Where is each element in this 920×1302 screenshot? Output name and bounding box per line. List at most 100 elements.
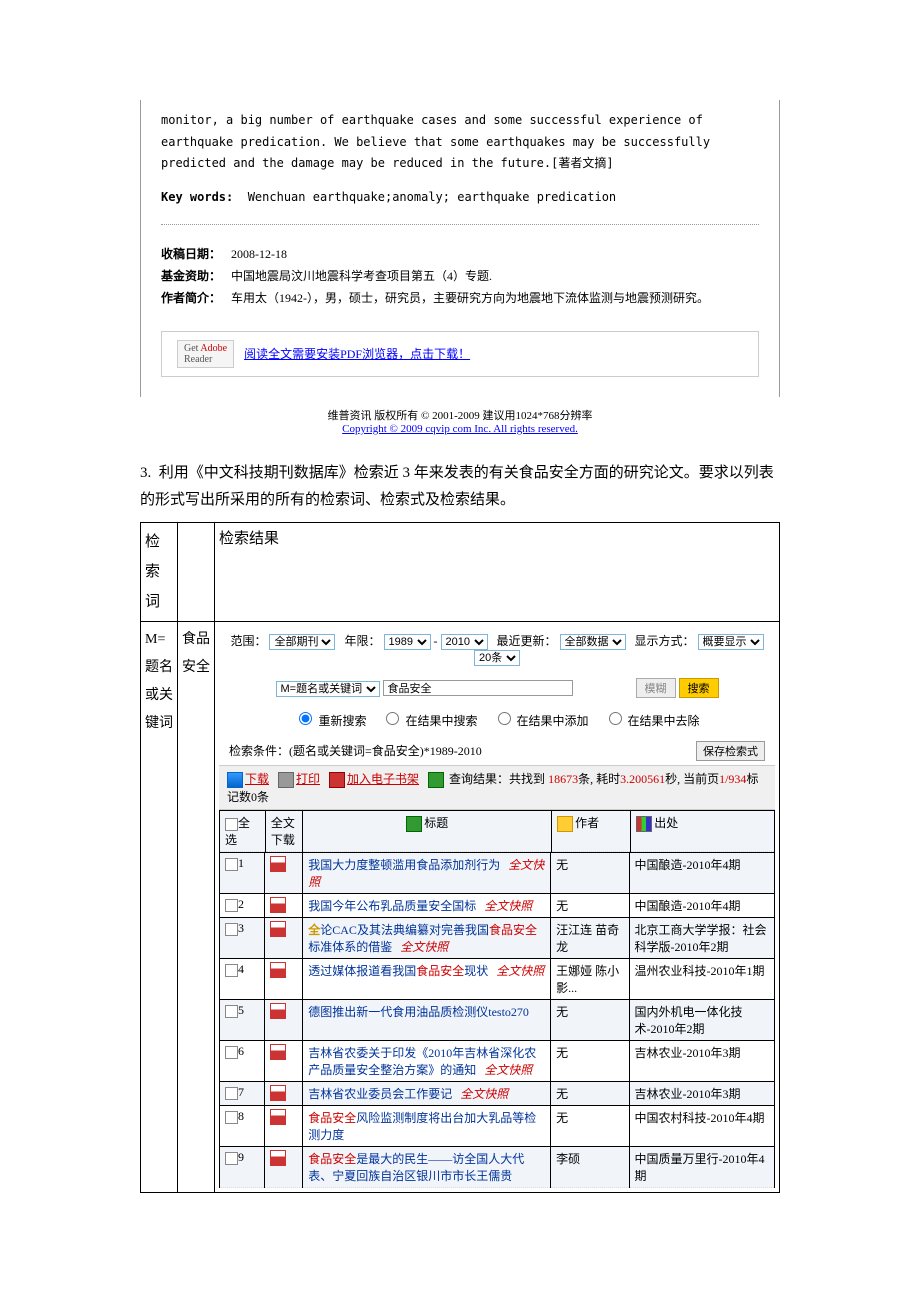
result-time: 3.200561 [620,772,665,786]
year-to-select[interactable]: 2010 [441,634,488,650]
result-title-link[interactable]: 我国大力度整顿滥用食品添加剂行为 [308,858,500,872]
pdf-icon[interactable] [270,1150,286,1166]
field-select[interactable]: M=题名或关键词 [276,681,380,697]
adobe-reader-badge[interactable]: Get AdobeReader [177,340,234,368]
row-checkbox[interactable] [225,964,238,977]
fulltext-snapshot[interactable]: 全文快照 [496,964,544,978]
fund-label: 基金资助： [161,269,221,283]
abstract-text: monitor, a big number of earthquake case… [161,110,759,175]
question-text: 利用《中文科技期刊数据库》检索近 3 年来发表的有关食品安全方面的研究论文。要求… [140,465,774,508]
pdf-icon[interactable] [270,1085,286,1101]
per-page-select[interactable]: 20条 [474,650,520,666]
row-checkbox[interactable] [225,1111,238,1124]
row-checkbox[interactable] [225,1152,238,1165]
table-row: 2我国今年公布乳品质量安全国标全文快照无中国酿造-2010年4期 [220,894,775,918]
table-row: 8食品安全风险监测制度将出台加大乳品等检测力度无中国农村科技-2010年4期 [220,1106,775,1147]
download-link[interactable]: 下载 [245,772,269,786]
search-button[interactable]: 搜索 [679,678,719,698]
author-bio-value: 车用太（1942-），男，硕士，研究员，主要研究方向为地震地下流体监测与地震预测… [231,291,709,305]
radio-remove-results[interactable]: 在结果中去除 [604,714,700,728]
pdf-icon[interactable] [270,1003,286,1019]
result-author: 无 [551,1041,629,1082]
update-select[interactable]: 全部数据 [560,634,626,650]
result-source: 国内外机电一体化技术-2010年2期 [629,1000,774,1041]
pdf-icon[interactable] [270,856,286,872]
row-checkbox[interactable] [225,1005,238,1018]
pdf-icon[interactable] [270,962,286,978]
range-select[interactable]: 全部期刊 [269,634,335,650]
pdf-icon[interactable] [270,921,286,937]
received-date-label: 收稿日期： [161,247,221,261]
table-row: 1我国大力度整顿滥用食品添加剂行为全文快照无中国酿造-2010年4期 [220,853,775,894]
year-from-select[interactable]: 1989 [384,634,431,650]
result-author: 无 [551,853,629,894]
fuzzy-button[interactable]: 模糊 [636,678,676,698]
radio-in-results[interactable]: 在结果中搜索 [381,714,477,728]
received-date-value: 2008-12-18 [231,247,287,261]
display-select[interactable]: 概要显示 [698,634,764,650]
gold-badge: 全 [308,923,320,937]
author-icon [557,816,573,832]
fulltext-snapshot[interactable]: 全文快照 [400,940,448,954]
row-checkbox[interactable] [225,858,238,871]
title-icon [406,816,422,832]
row-checkbox[interactable] [225,923,238,936]
pdf-icon[interactable] [270,897,286,913]
result-title-link[interactable]: 吉林省农业委员会工作要记 [308,1087,452,1101]
table-row: 6吉林省农委关于印发《2010年吉林省深化农产品质量安全整治方案》的通知全文快照… [220,1041,775,1082]
table-row: 4透过媒体报道看我国食品安全现状全文快照王娜娅 陈小影...温州农业科技-201… [220,959,775,1000]
display-label: 显示方式： [635,634,695,648]
table-row: 5德图推出新一代食用油品质检测仪testo270无国内外机电一体化技术-2010… [220,1000,775,1041]
col-source[interactable]: 出处 [654,816,678,830]
range-label: 范围： [230,634,266,648]
result-count: 18673 [548,772,578,786]
result-author: 汪江连 苗奇龙 [551,918,629,959]
col-header-term: 检索词 [141,522,178,621]
copyright-line1: 维普资讯 版权所有 © 2001-2009 建议用1024*768分辨率 [327,410,592,422]
radio-new-search[interactable]: 重新搜索 [294,714,366,728]
result-source: 吉林农业-2010年3期 [629,1082,774,1106]
save-query-button[interactable]: 保存检索式 [696,741,765,761]
pdf-icon[interactable] [270,1044,286,1060]
shelf-link[interactable]: 加入电子书架 [347,772,419,786]
result-title-link[interactable]: 德图推出新一代食用油品质检测仪testo270 [308,1005,529,1019]
col-fulltext[interactable]: 全文下载 [265,811,303,852]
result-source: 北京工商大学学报：社会科学版-2010年2期 [629,918,774,959]
result-title-link[interactable]: 透过媒体报道看我国食品安全现状 [308,964,488,978]
result-author: 无 [551,1106,629,1147]
result-source: 吉林农业-2010年3期 [629,1041,774,1082]
table-row: 3全论CAC及其法典编纂对完善我国食品安全标准体系的借鉴全文快照汪江连 苗奇龙北… [220,918,775,959]
radio-add-results[interactable]: 在结果中添加 [493,714,589,728]
pdf-download-link[interactable]: 阅读全文需要安装PDF浏览器，点击下载！ [244,345,470,362]
row-checkbox[interactable] [225,1046,238,1059]
select-all-checkbox[interactable] [225,818,238,831]
fulltext-snapshot[interactable]: 全文快照 [484,1063,532,1077]
author-bio-label: 作者简介： [161,291,221,305]
result-title-link[interactable]: 食品安全是最大的民生——访全国人大代表、宁夏回族自治区银川市市长王儒贵 [308,1152,524,1183]
fulltext-snapshot[interactable]: 全文快照 [460,1087,508,1101]
result-title-link[interactable]: 我国今年公布乳品质量安全国标 [308,899,476,913]
result-source: 温州农业科技-2010年1期 [629,959,774,1000]
result-source: 中国农村科技-2010年4期 [629,1106,774,1147]
row-checkbox[interactable] [225,1087,238,1100]
row-checkbox[interactable] [225,899,238,912]
search-term-value: 食品安全 [178,621,215,1192]
condition-label: 检索条件： [229,744,289,758]
result-title-link[interactable]: 食品安全风险监测制度将出台加大乳品等检测力度 [308,1111,536,1142]
copyright-line2-link[interactable]: Copyright © 2009 cqvip com Inc. All righ… [342,423,578,435]
source-icon [636,816,652,832]
col-author[interactable]: 作者 [575,816,599,830]
result-source: 中国酿造-2010年4期 [629,894,774,918]
pdf-icon[interactable] [270,1109,286,1125]
print-link[interactable]: 打印 [296,772,320,786]
keyword-input[interactable] [383,680,573,696]
fulltext-snapshot[interactable]: 全文快照 [484,899,532,913]
table-row: 9食品安全是最大的民生——访全国人大代表、宁夏回族自治区银川市市长王儒贵李硕中国… [220,1147,775,1188]
result-page: 1/934 [719,772,746,786]
table-row: 7吉林省农业委员会工作要记全文快照无吉林农业-2010年3期 [220,1082,775,1106]
result-summary-pre: 查询结果：共找到 [449,772,548,786]
col-title[interactable]: 标题 [424,816,448,830]
result-source: 中国质量万里行-2010年4期 [629,1147,774,1188]
year-label: 年限： [344,634,380,648]
keywords-value: Wenchuan earthquake;anomaly; earthquake … [248,190,616,204]
